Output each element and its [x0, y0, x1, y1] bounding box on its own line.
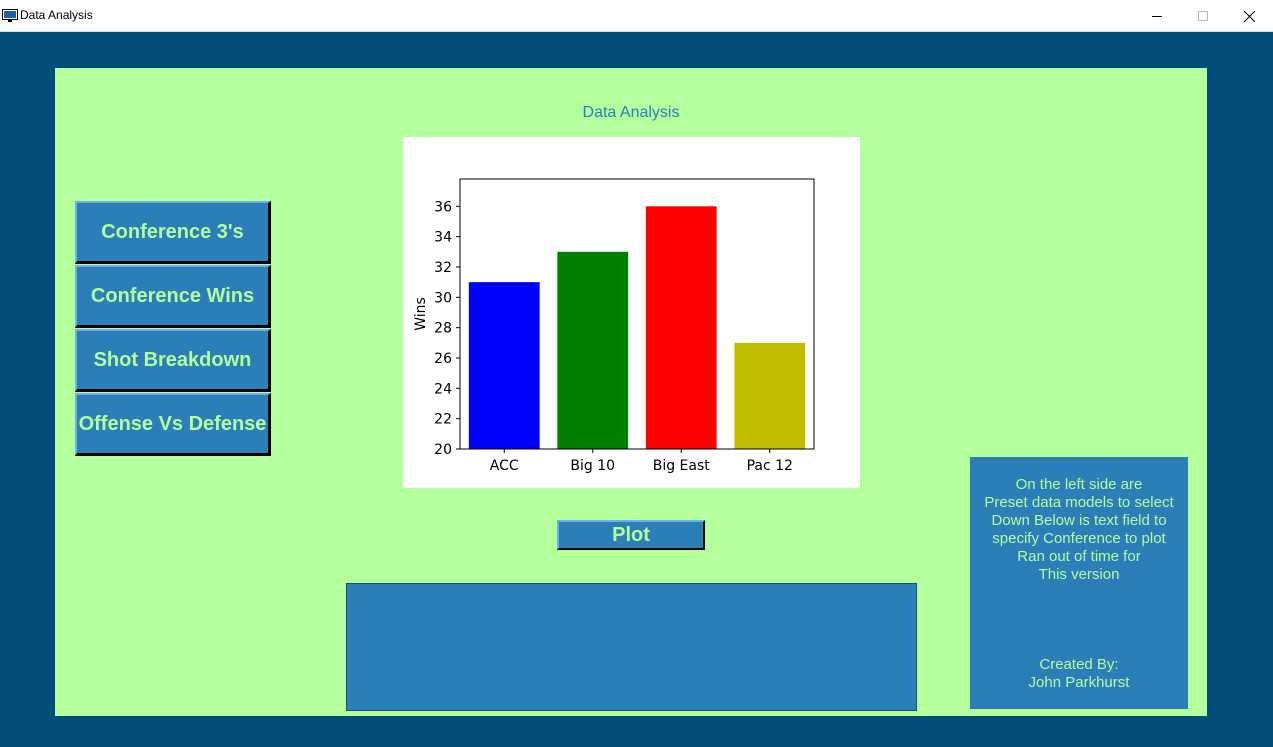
- offense-vs-defense-button[interactable]: Offense Vs Defense: [75, 393, 271, 456]
- info-line: This version: [1038, 566, 1120, 583]
- y-axis-label: Wins: [413, 297, 429, 331]
- info-panel: On the left side are Preset data models …: [970, 457, 1188, 709]
- x-tick-label: Pac 12: [747, 458, 793, 474]
- conference-wins-button[interactable]: Conference Wins: [75, 265, 271, 328]
- y-tick-label: 30: [434, 290, 452, 306]
- maximize-button[interactable]: [1180, 0, 1226, 32]
- minimize-button[interactable]: [1134, 0, 1180, 32]
- conference-input[interactable]: [346, 583, 917, 711]
- bar-big-east: [645, 206, 717, 449]
- info-text: On the left side are Preset data models …: [970, 476, 1188, 584]
- x-tick-label: Big 10: [570, 458, 615, 474]
- y-tick-label: 26: [434, 351, 452, 367]
- main-panel: Data Analysis Conference 3's Conference …: [55, 68, 1207, 716]
- y-tick-label: 22: [434, 412, 452, 428]
- x-tick-label: ACC: [490, 458, 519, 474]
- info-line: On the left side are: [1015, 476, 1143, 493]
- minimize-icon: [1152, 16, 1162, 17]
- app-icon: [2, 9, 18, 22]
- bar-big-10: [557, 251, 629, 449]
- credit-line: Created By:: [1039, 656, 1119, 673]
- window-title: Data Analysis: [20, 8, 93, 22]
- y-tick-label: 36: [434, 199, 452, 215]
- shot-breakdown-button[interactable]: Shot Breakdown: [75, 329, 271, 392]
- chart-canvas: ACC Big 10 Big East Pac 12 20 22 24 26 28 30 32 34 3…: [403, 137, 860, 488]
- x-tick-label: Big East: [653, 458, 711, 474]
- info-line: Preset data models to select: [984, 494, 1174, 511]
- close-button[interactable]: [1226, 0, 1272, 32]
- info-line: Down Below is text field to: [991, 512, 1167, 529]
- y-tick-label: 24: [434, 381, 452, 397]
- maximize-icon: [1198, 11, 1208, 21]
- bar-chart: ACC Big 10 Big East Pac 12 20 22 24 26 28 30 32 34 3…: [413, 178, 815, 474]
- y-tick-label: 28: [434, 321, 452, 337]
- credit-line: John Parkhurst: [1028, 674, 1130, 691]
- credit-text: Created By: John Parkhurst: [970, 656, 1188, 692]
- conference-threes-button[interactable]: Conference 3's: [75, 201, 271, 264]
- info-line: Ran out of time for: [1017, 548, 1141, 565]
- y-tick-label: 34: [434, 230, 452, 246]
- y-tick-label: 32: [434, 260, 452, 276]
- page-title: Data Analysis: [582, 104, 680, 121]
- bar-pac-12: [734, 342, 806, 449]
- plot-button[interactable]: Plot: [557, 520, 705, 550]
- title-bar: Data Analysis: [0, 0, 1273, 32]
- bar-acc: [468, 282, 540, 449]
- close-icon: [1243, 10, 1255, 22]
- y-tick-label: 20: [434, 442, 452, 458]
- info-line: specify Conference to plot: [992, 530, 1166, 547]
